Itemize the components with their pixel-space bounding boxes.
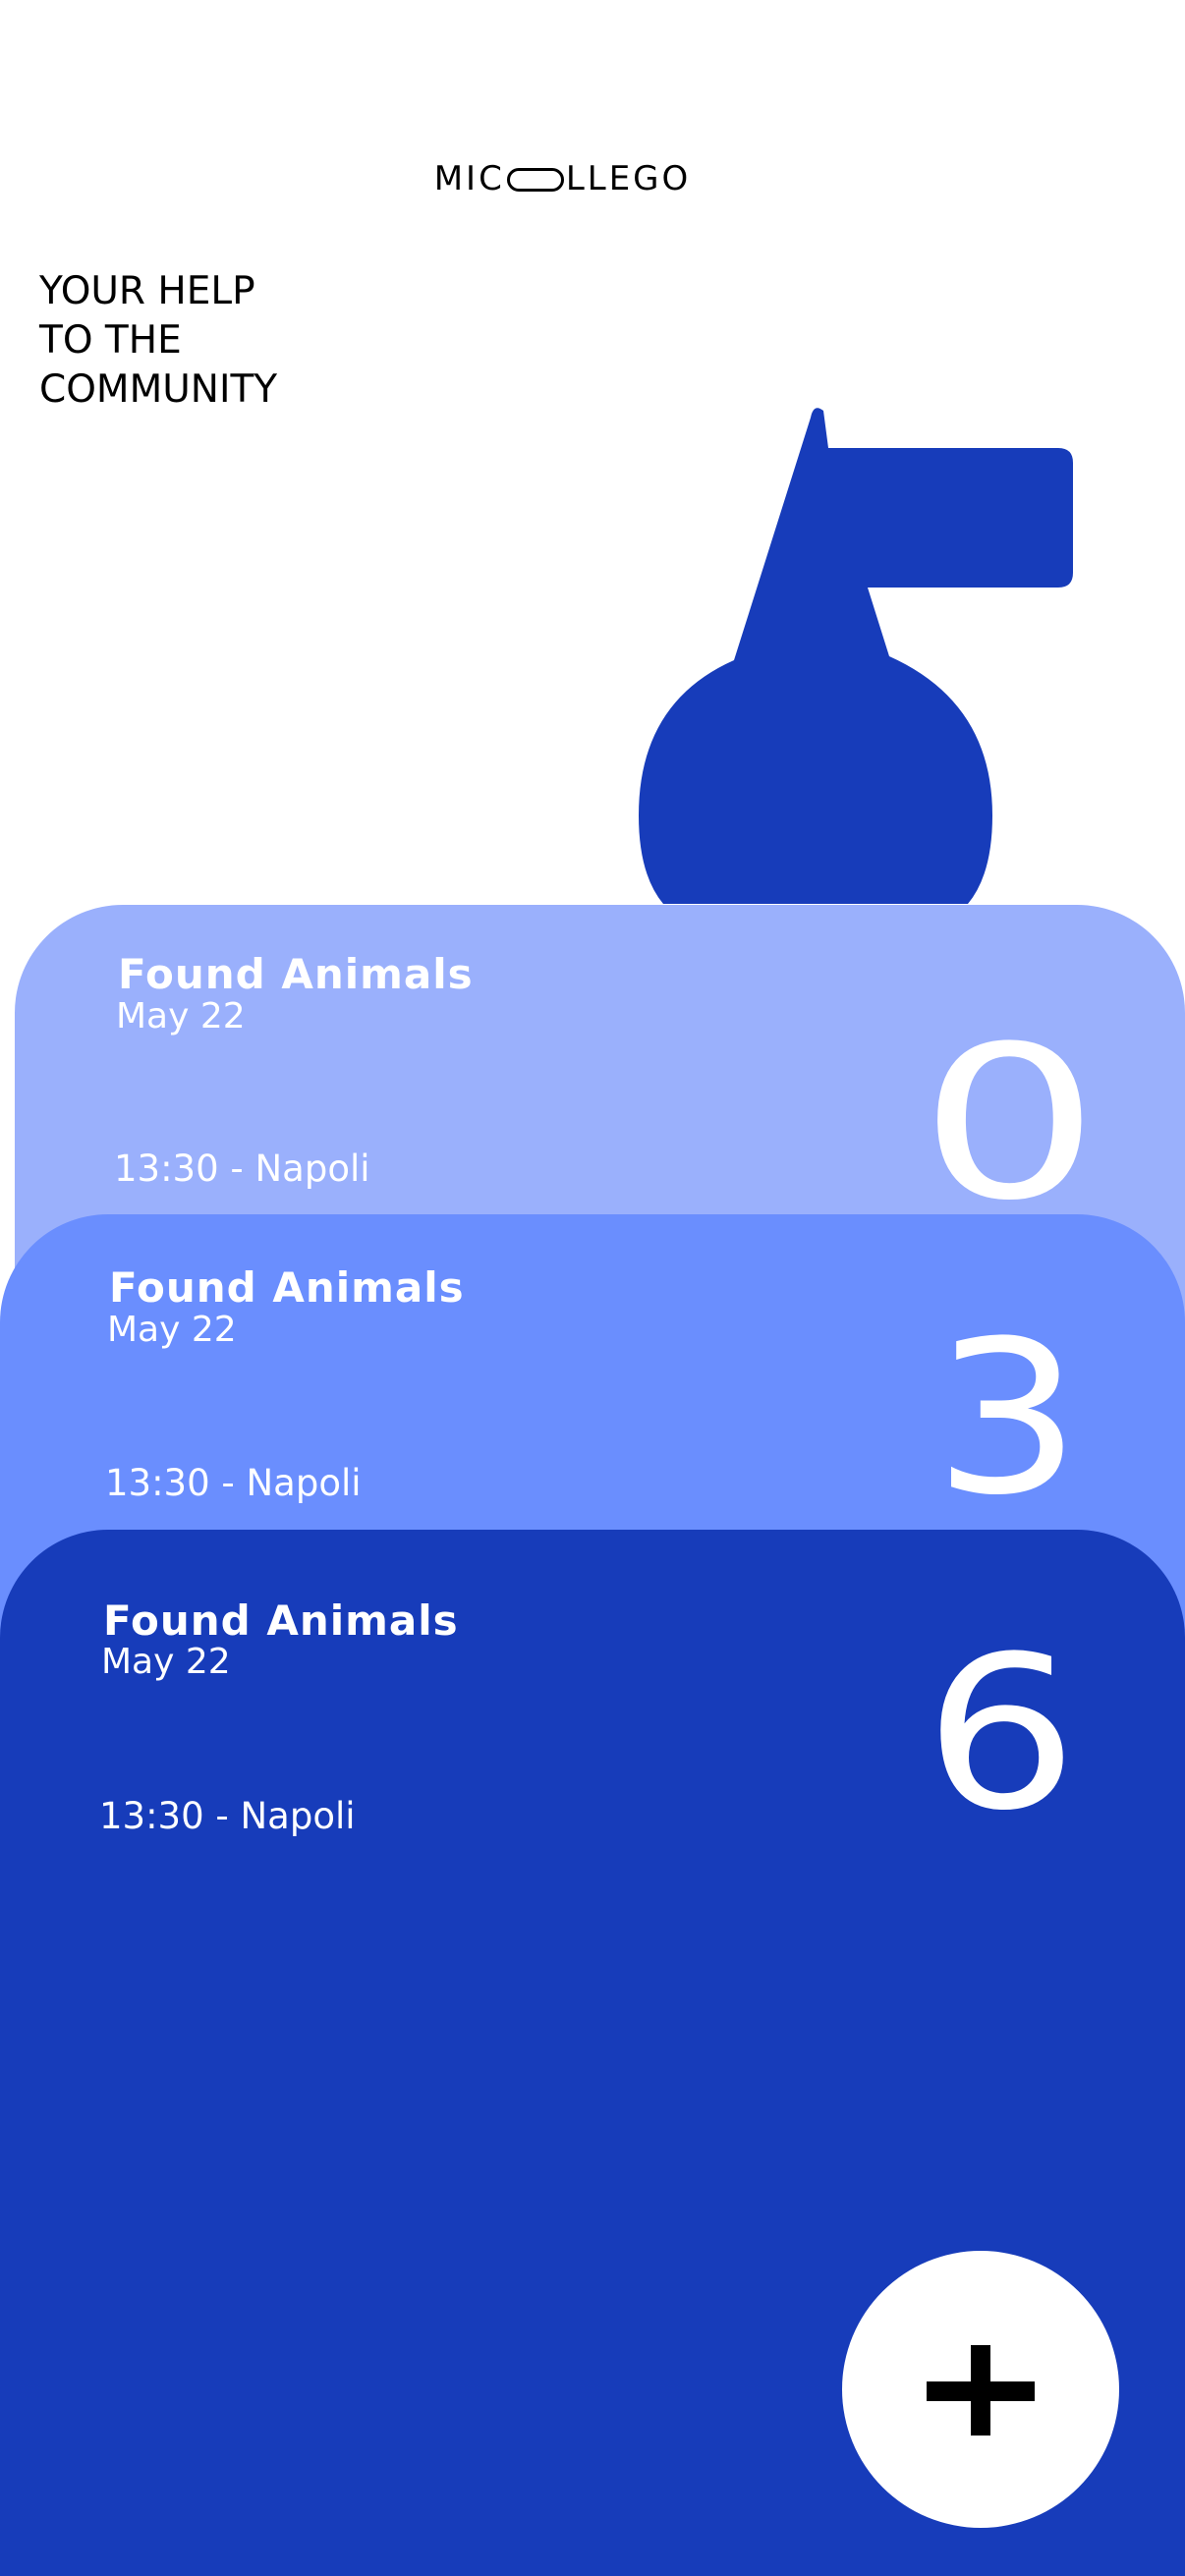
card-time-location: 13:30 - Napoli — [105, 1462, 362, 1504]
app-logo: MIC LLEGO — [0, 159, 1125, 198]
card-time-location: 13:30 - Napoli — [99, 1795, 356, 1837]
logo-text-start: MIC — [433, 159, 505, 198]
card-date: May 22 — [101, 1642, 231, 1682]
logo-pill-icon — [506, 168, 564, 192]
plus-icon — [927, 2345, 1035, 2436]
title-line-1: YOUR HELP — [39, 269, 255, 313]
card-title: Found Animals — [109, 1263, 465, 1312]
card-title: Found Animals — [118, 950, 474, 998]
card-count: 0 — [919, 1000, 1100, 1247]
title-line-3: COMMUNITY — [39, 367, 278, 412]
page-title: YOUR HELP TO THE COMMUNITY — [39, 267, 277, 415]
card-count: 3 — [933, 1295, 1082, 1541]
add-button[interactable] — [842, 2251, 1119, 2528]
card-title: Found Animals — [103, 1596, 459, 1645]
dog-silhouette-icon — [639, 408, 1073, 904]
card-date: May 22 — [107, 1310, 237, 1350]
card-count: 6 — [924, 1610, 1079, 1857]
logo-text-end: LLEGO — [565, 159, 692, 198]
title-line-2: TO THE — [39, 318, 182, 363]
dog-head-shape — [639, 408, 1073, 904]
card-date: May 22 — [116, 996, 246, 1036]
card-time-location: 13:30 - Napoli — [114, 1148, 370, 1190]
